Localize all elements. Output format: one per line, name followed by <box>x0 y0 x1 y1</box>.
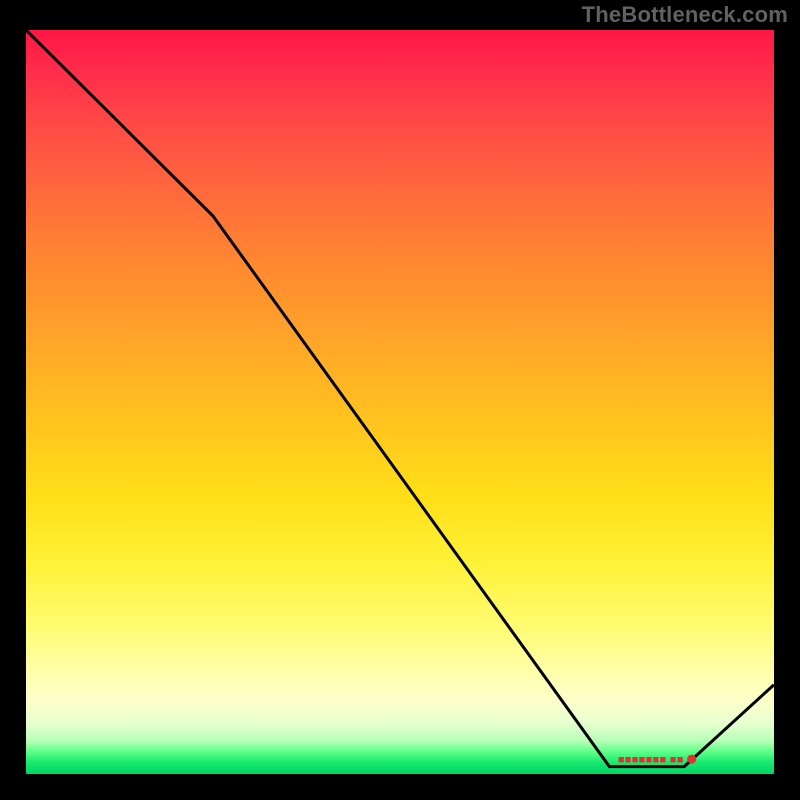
chart-frame: TheBottleneck.com ■■■■■■■ ■■ <box>0 0 800 800</box>
marker-dot <box>687 755 696 764</box>
plot-svg: ■■■■■■■ ■■ <box>26 30 774 774</box>
marker-label: ■■■■■■■ ■■ <box>618 754 684 766</box>
watermark-text: TheBottleneck.com <box>582 2 788 28</box>
plot-area: ■■■■■■■ ■■ <box>26 30 774 774</box>
series-line <box>26 30 774 767</box>
